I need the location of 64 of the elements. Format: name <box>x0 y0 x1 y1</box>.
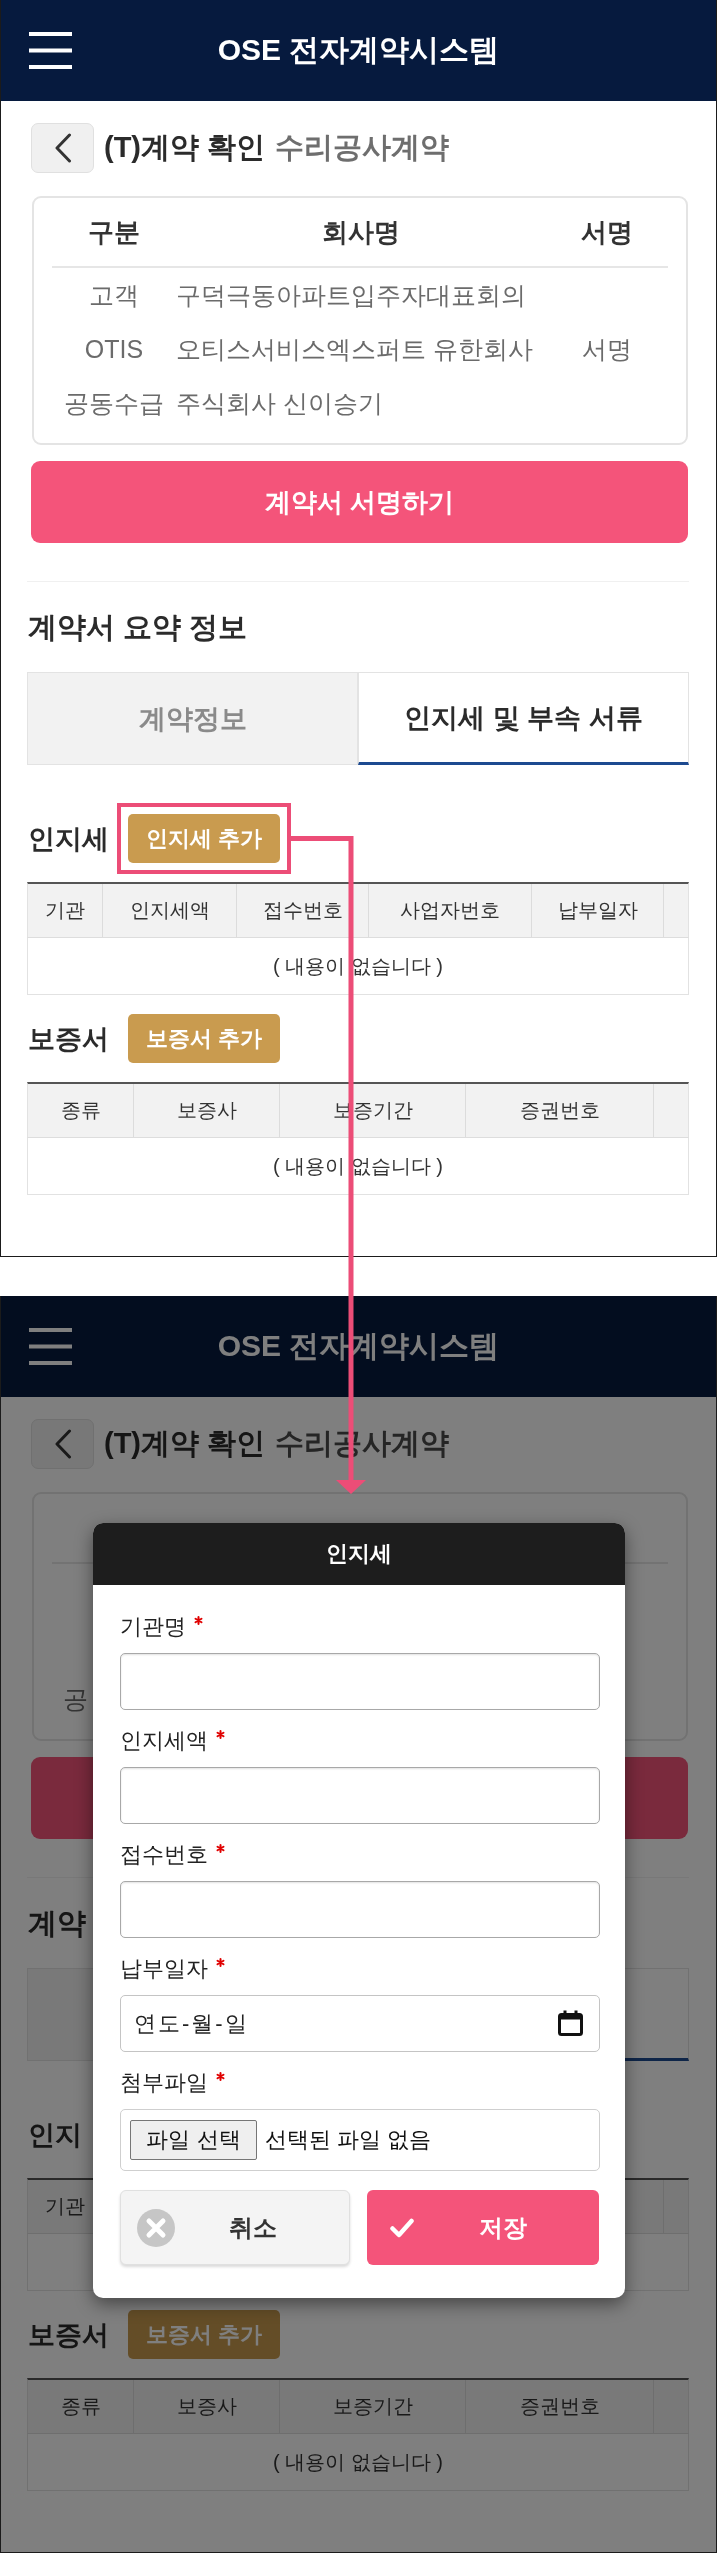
input-field[interactable] <box>120 1881 600 1938</box>
section-title: 계약 <box>28 1906 86 1941</box>
app-title: OSE 전자계약시스템 <box>217 32 500 68</box>
section-heading: 보증서 <box>28 2318 110 2352</box>
add-button[interactable]: 인지세 추가 <box>128 814 280 863</box>
column-header: 기관 <box>45 898 85 923</box>
empty-message: ( 내용이 없습니다 ) <box>273 953 443 979</box>
file-select-button[interactable]: 파일 선택 <box>130 2120 257 2160</box>
field-label: 첨부파일 <box>120 2069 208 2097</box>
column-header: 사업자번호 <box>400 898 500 923</box>
company-name: 오티스서비스엑스퍼트 유한회사 <box>176 333 533 365</box>
page-title: (T)계약 확인 <box>104 1426 266 1461</box>
column-header: 기관 <box>45 2194 85 2219</box>
column-header: 서명 <box>580 215 633 249</box>
party-type: OTIS <box>84 334 144 364</box>
back-button[interactable] <box>31 123 94 173</box>
party-type: 공 <box>63 1683 88 1715</box>
column-header: 종류 <box>60 1098 101 1123</box>
column-header: 인지세액 <box>129 898 210 923</box>
x-circle-icon <box>137 2208 175 2247</box>
chevron-left-icon <box>53 1429 72 1459</box>
company-name: 주식회사 신이승기 <box>176 387 383 419</box>
field-label: 기관명 <box>120 1613 186 1641</box>
column-header: 구분 <box>88 215 140 249</box>
column-header: 납부일자 <box>557 898 638 923</box>
menu-icon[interactable] <box>29 32 72 69</box>
add-button[interactable]: 보증서 추가 <box>128 2310 280 2359</box>
tab[interactable]: 인지세 및 부속 서류 <box>358 672 689 765</box>
signature-status: 서명 <box>581 333 632 365</box>
column-header: 보증기간 <box>332 2394 413 2419</box>
empty-message: ( 내용이 없습니다 ) <box>273 2449 443 2475</box>
save-button[interactable]: 저장 <box>367 2190 599 2265</box>
column-header: 증권번호 <box>519 1098 600 1123</box>
sign-button[interactable]: 계약서 서명하기 <box>31 461 688 543</box>
cancel-button[interactable]: 취소 <box>120 2190 350 2265</box>
calendar-icon[interactable] <box>558 2010 583 2036</box>
column-header: 증권번호 <box>519 2394 600 2419</box>
section-heading: 인지 <box>28 2118 83 2152</box>
check-icon <box>390 2217 414 2238</box>
page-subtitle: 수리공사계약 <box>275 130 450 165</box>
modal-title: 인지세 <box>326 1540 392 1568</box>
section-title: 계약서 요약 정보 <box>28 610 248 645</box>
file-status: 선택된 파일 없음 <box>265 2126 432 2154</box>
section-heading: 인지세 <box>28 822 110 856</box>
field-label: 납부일자 <box>120 1955 208 1983</box>
column-header: 회사명 <box>321 215 400 249</box>
input-field[interactable] <box>120 1653 600 1710</box>
field-label: 인지세액 <box>120 1727 208 1755</box>
date-field[interactable]: 연도-월-일 <box>120 1995 600 2052</box>
column-header: 접수번호 <box>262 898 343 923</box>
page-title: (T)계약 확인 <box>104 130 266 165</box>
column-header: 보증사 <box>176 2394 237 2419</box>
input-field[interactable] <box>120 1767 600 1824</box>
chevron-left-icon <box>53 133 72 163</box>
column-header: 종류 <box>60 2394 101 2419</box>
add-button[interactable]: 보증서 추가 <box>128 1014 280 1063</box>
party-type: 공동수급 <box>64 387 164 419</box>
field-label: 접수번호 <box>120 1841 208 1869</box>
company-name: 구덕극동아파트입주자대표회의 <box>176 279 526 311</box>
tab[interactable]: 계약정보 <box>27 672 358 765</box>
column-header: 보증사 <box>176 1098 237 1123</box>
party-type: 고객 <box>89 279 139 311</box>
empty-message: ( 내용이 없습니다 ) <box>273 1153 443 1179</box>
section-heading: 보증서 <box>28 1022 110 1056</box>
